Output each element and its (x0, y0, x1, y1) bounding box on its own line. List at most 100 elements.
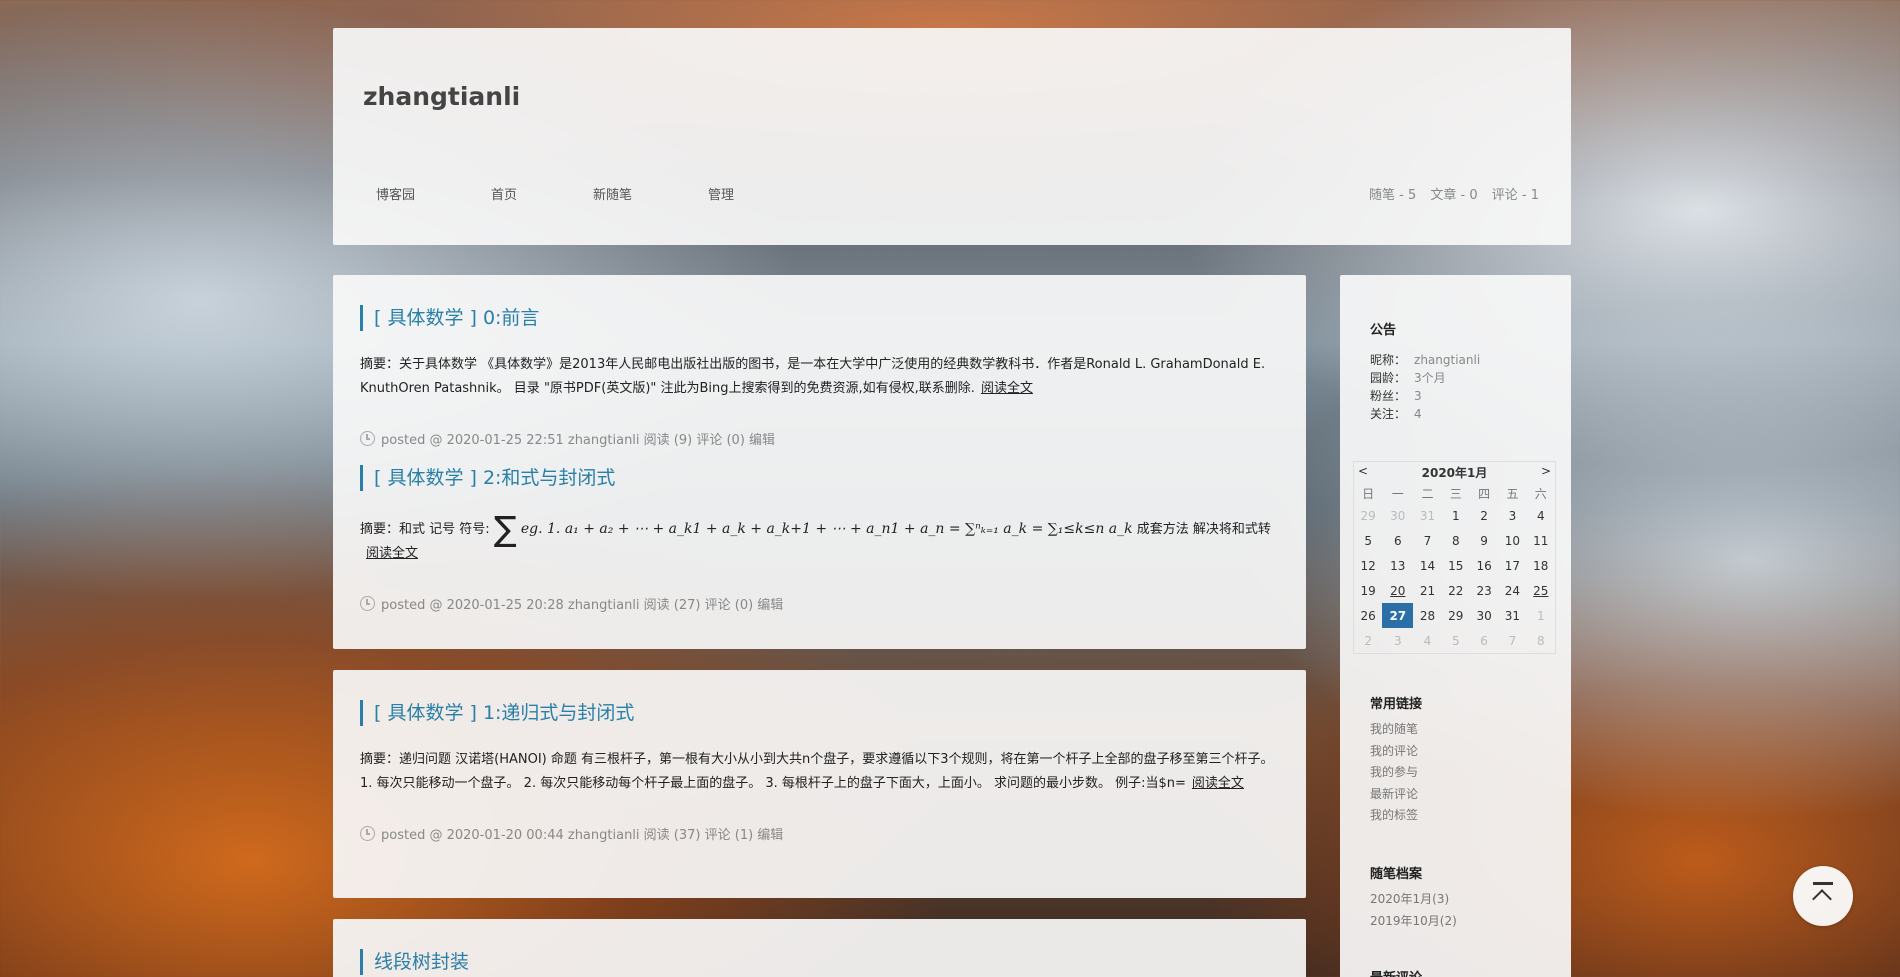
calendar-day: 11 (1533, 533, 1549, 548)
link-latest-comments[interactable]: 最新评论 (1370, 784, 1418, 806)
info-age: 园龄： 3个月 (1370, 371, 1446, 385)
calendar-grid: 日 一 二 三 四 五 六 29 30 31 1 2 3 4 5 6 7 8 9… (1354, 483, 1555, 653)
info-following: 关注： 4 (1370, 407, 1422, 421)
post-item: [ 具体数学 ] 0:前言 摘要：关于具体数学 《具体数学》是2013年人民邮电… (360, 305, 1280, 448)
clock-icon (360, 431, 375, 446)
calendar-header: < 2020年1月 > (1354, 462, 1555, 483)
calendar-day: 12 (1360, 558, 1376, 573)
link-my-comments[interactable]: 我的评论 (1370, 741, 1418, 763)
calendar-day: 31 (1504, 608, 1521, 623)
calendar-day: 22 (1448, 583, 1464, 598)
archive-2020-01[interactable]: 2020年1月(3) (1370, 889, 1457, 911)
profile-info: 昵称： zhangtianli 园龄： 3个月 粉丝： 3 关注： 4 (1370, 351, 1480, 423)
calendar-day: 5 (1364, 533, 1372, 548)
calendar-day: 30 (1476, 608, 1492, 623)
calendar-month: 2020年1月 (1421, 466, 1488, 480)
calendar-day: 3 (1508, 508, 1517, 523)
blog-title[interactable]: zhangtianli (363, 82, 520, 111)
calendar-day: 26 (1360, 608, 1376, 623)
calendar-day: 14 (1419, 558, 1436, 573)
nickname-link[interactable]: zhangtianli (1414, 353, 1480, 367)
post-summary: 摘要：递归问题 汉诺塔(HANOI) 命题 有三根杆子，第一根有大小从小到大共n… (360, 748, 1280, 796)
read-more-link[interactable]: 阅读全文 (981, 381, 1033, 396)
stat-articles: 文章 - 0 (1430, 188, 1478, 203)
post-meta-text: posted @ 2020-01-25 20:28 zhangtianli 阅读… (381, 598, 784, 613)
calendar-day: 28 (1419, 608, 1436, 623)
calendar-day: 3 (1393, 633, 1402, 648)
back-to-top-button[interactable] (1793, 866, 1853, 926)
calendar-day: 4 (1536, 508, 1545, 523)
calendar-day: 29 (1360, 508, 1376, 523)
calendar-day: 7 (1508, 633, 1517, 648)
main-nav: 博客园 首页 新随笔 管理 (376, 184, 810, 203)
weekday-label: 五 (1506, 486, 1519, 501)
weekday-label: 四 (1478, 486, 1491, 501)
post-day-card: 线段树封装 (333, 919, 1306, 977)
post-item: [ 具体数学 ] 1:递归式与封闭式 摘要：递归问题 汉诺塔(HANOI) 命题… (360, 700, 1280, 843)
post-meta: posted @ 2020-01-25 20:28 zhangtianli 阅读… (360, 594, 1280, 613)
calendar-day: 2 (1480, 508, 1488, 523)
link-my-participation[interactable]: 我的参与 (1370, 762, 1418, 784)
post-day-card: [ 具体数学 ] 0:前言 摘要：关于具体数学 《具体数学》是2013年人民邮电… (333, 275, 1306, 649)
stat-posts: 随笔 - 5 (1369, 188, 1417, 203)
clock-icon (360, 596, 375, 611)
calendar-day: 1 (1536, 608, 1545, 623)
nav-cnblogs[interactable]: 博客园 (376, 184, 415, 203)
calendar-day: 6 (1393, 533, 1402, 548)
blog-stats: 随笔 - 5 文章 - 0 评论 - 1 (1359, 184, 1539, 203)
post-summary-text: 摘要：关于具体数学 《具体数学》是2013年人民邮电出版社出版的图书，是一本在大… (360, 357, 1266, 396)
age-link[interactable]: 3个月 (1414, 371, 1446, 385)
calendar-day-link[interactable]: 25 (1527, 578, 1555, 603)
calendar-today: 27 (1382, 603, 1414, 628)
calendar-day-link[interactable]: 20 (1382, 578, 1413, 603)
info-followers: 粉丝： 3 (1370, 389, 1422, 403)
clock-icon (360, 826, 375, 841)
followers-link[interactable]: 3 (1414, 389, 1422, 403)
post-meta-text: posted @ 2020-01-25 22:51 zhangtianli 阅读… (381, 433, 776, 448)
calendar-day: 24 (1504, 583, 1521, 598)
calendar-prev-button[interactable]: < (1358, 464, 1368, 481)
read-more-link[interactable]: 阅读全文 (366, 546, 418, 561)
read-more-link[interactable]: 阅读全文 (1192, 776, 1244, 791)
weekday-label: 日 (1362, 486, 1375, 501)
calendar-day: 16 (1476, 558, 1492, 573)
post-title[interactable]: [ 具体数学 ] 1:递归式与封闭式 (360, 700, 1280, 726)
post-summary: 摘要：和式 记号 符号: ∑ eg. 1. a₁ + a₂ + ⋯ + a_k1… (360, 513, 1280, 566)
sidebar: 公告 昵称： zhangtianli 园龄： 3个月 粉丝： 3 关注： 4 < 202… (1340, 275, 1571, 977)
calendar-next-button[interactable]: > (1541, 464, 1551, 481)
post-item: 线段树封装 (360, 949, 1280, 975)
calendar: < 2020年1月 > 日 一 二 三 四 五 六 29 30 31 1 2 3… (1353, 461, 1556, 654)
calendar-day: 29 (1448, 608, 1464, 623)
calendar-day: 7 (1423, 533, 1432, 548)
archive-heading: 随笔档案 (1370, 867, 1423, 882)
post-item: [ 具体数学 ] 2:和式与封闭式 摘要：和式 记号 符号: ∑ eg. 1. … (360, 465, 1280, 613)
calendar-day: 9 (1480, 533, 1488, 548)
nav-admin[interactable]: 管理 (708, 184, 734, 203)
archive-2019-10[interactable]: 2019年10月(2) (1370, 911, 1457, 933)
nav-home[interactable]: 首页 (491, 184, 517, 203)
calendar-day: 15 (1448, 558, 1464, 573)
weekday-label: 六 (1534, 486, 1547, 501)
sum-symbol: ∑ (493, 509, 517, 550)
links-heading: 常用链接 (1370, 697, 1423, 712)
post-meta: posted @ 2020-01-20 00:44 zhangtianli 阅读… (360, 824, 1280, 843)
link-my-posts[interactable]: 我的随笔 (1370, 719, 1418, 741)
post-meta-text: posted @ 2020-01-20 00:44 zhangtianli 阅读… (381, 828, 784, 843)
calendar-day: 23 (1476, 583, 1492, 598)
calendar-day: 4 (1423, 633, 1432, 648)
link-my-tags[interactable]: 我的标签 (1370, 805, 1418, 827)
nav-new-post[interactable]: 新随笔 (593, 184, 632, 203)
following-link[interactable]: 4 (1414, 407, 1422, 421)
post-title[interactable]: [ 具体数学 ] 2:和式与封闭式 (360, 465, 1280, 491)
calendar-day: 1 (1451, 508, 1460, 523)
calendar-day: 8 (1536, 633, 1545, 648)
weekday-label: 三 (1449, 486, 1462, 501)
weekday-label: 二 (1421, 486, 1434, 501)
weekday-label: 一 (1391, 486, 1404, 501)
post-summary: 摘要：关于具体数学 《具体数学》是2013年人民邮电出版社出版的图书，是一本在大… (360, 353, 1280, 401)
post-title[interactable]: 线段树封装 (360, 949, 1280, 975)
post-title[interactable]: [ 具体数学 ] 0:前言 (360, 305, 1280, 331)
recent-comments-heading: 最新评论 (1370, 967, 1422, 977)
post-meta: posted @ 2020-01-25 22:51 zhangtianli 阅读… (360, 429, 1280, 448)
post-day-card: [ 具体数学 ] 1:递归式与封闭式 摘要：递归问题 汉诺塔(HANOI) 命题… (333, 670, 1306, 898)
